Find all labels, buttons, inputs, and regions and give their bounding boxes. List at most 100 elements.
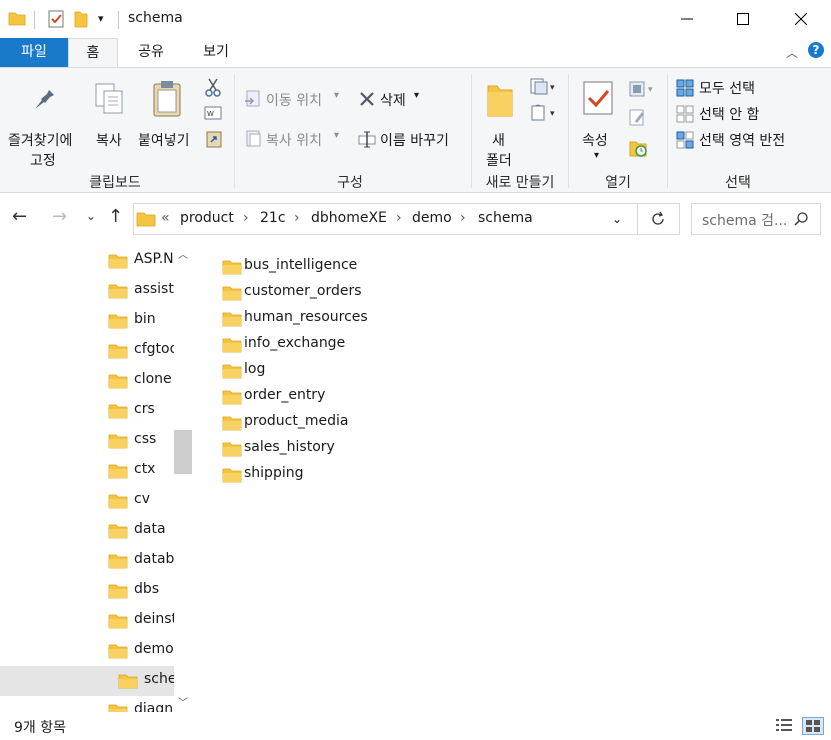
breadcrumb-chevron-icon[interactable]: ›	[243, 210, 249, 226]
new-folder-button[interactable]: 새 폴더	[478, 76, 522, 170]
details-view-icon[interactable]	[776, 718, 792, 736]
tab-home[interactable]: 홈	[68, 38, 118, 68]
open-icon[interactable]: ▾	[628, 80, 658, 102]
copy-button[interactable]: 복사	[90, 76, 132, 149]
address-bar[interactable]: « product › 21c › dbhomeXE › demo › sche…	[133, 203, 638, 235]
select-none-button[interactable]: 선택 안 함	[676, 104, 786, 126]
paste-button[interactable]: 붙여넣기	[136, 76, 200, 149]
back-arrow-icon[interactable]: ←	[12, 206, 27, 227]
properties-quick-icon[interactable]	[48, 10, 64, 32]
select-all-button[interactable]: 모두 선택	[676, 78, 786, 100]
delete-button[interactable]: 삭제 ▾	[356, 88, 428, 112]
breadcrumb-dbhomexe[interactable]: dbhomeXE	[311, 210, 387, 226]
invert-selection-button[interactable]: 선택 영역 반전	[676, 130, 816, 152]
folder-icon	[108, 494, 128, 513]
nav-tree-item[interactable]: demo	[0, 636, 175, 666]
nav-tree-label: assistants	[134, 281, 174, 297]
forward-arrow-icon[interactable]: →	[52, 206, 67, 227]
nav-scrollbar-thumb[interactable]	[174, 430, 192, 474]
nav-tree-item[interactable]: diagnostics	[0, 696, 175, 712]
nav-tree-item[interactable]: data	[0, 516, 175, 546]
copy-icon	[94, 82, 126, 120]
close-button[interactable]	[778, 0, 824, 38]
rename-icon	[358, 130, 376, 152]
cut-icon[interactable]	[204, 78, 222, 102]
scroll-up-icon[interactable]: ︿	[178, 246, 188, 261]
nav-tree-label: ASP.NET	[134, 251, 174, 267]
folder-icon	[222, 442, 242, 461]
svg-text:▾: ▾	[550, 83, 555, 93]
new-folder-quick-icon[interactable]	[74, 10, 88, 32]
copy-to-button[interactable]: 복사 위치 ▾	[242, 128, 346, 152]
file-list-item[interactable]: log	[222, 358, 442, 382]
pin-to-quick-access-button[interactable]: 즐겨찾기에 고정	[4, 76, 88, 169]
up-arrow-icon[interactable]: ↑	[108, 206, 123, 227]
address-dropdown-icon[interactable]: ⌄	[612, 212, 622, 226]
nav-tree-item[interactable]: dbs	[0, 576, 175, 606]
breadcrumb-21c[interactable]: 21c	[260, 210, 286, 226]
refresh-button[interactable]	[637, 203, 680, 235]
breadcrumb-overflow[interactable]: «	[161, 210, 170, 226]
nav-tree-item[interactable]: ASP.NET	[0, 246, 175, 276]
nav-tree-item[interactable]: schema	[0, 666, 175, 696]
nav-tree-item[interactable]: css	[0, 426, 175, 456]
file-list-item[interactable]: info_exchange	[222, 332, 442, 356]
folder-icon	[108, 584, 128, 603]
quick-access-dropdown-icon[interactable]: ▾	[98, 12, 104, 25]
easy-access-icon[interactable]: ▾	[530, 104, 558, 126]
properties-button[interactable]: 속성 ▾	[576, 76, 622, 166]
file-list-item[interactable]: shipping	[222, 462, 442, 486]
file-name: human_resources	[244, 309, 368, 325]
tab-share[interactable]: 공유	[122, 38, 180, 67]
scroll-down-icon[interactable]: ﹀	[178, 694, 188, 709]
folder-icon	[108, 374, 128, 393]
nav-tree-item[interactable]: database	[0, 546, 175, 576]
nav-scrollbar[interactable]: ︿ ﹀	[174, 244, 192, 712]
folder-icon	[108, 434, 128, 453]
new-folder-label-line2: 폴더	[486, 153, 512, 169]
nav-tree-item[interactable]: cv	[0, 486, 175, 516]
file-list-item[interactable]: product_media	[222, 410, 442, 434]
file-list-item[interactable]: bus_intelligence	[222, 254, 442, 278]
nav-tree-item[interactable]: bin	[0, 306, 175, 336]
collapse-ribbon-icon[interactable]: ︿	[786, 44, 798, 61]
new-item-icon[interactable]: ▾	[530, 78, 558, 100]
nav-tree-item[interactable]: clone	[0, 366, 175, 396]
breadcrumb-chevron-icon[interactable]: ›	[460, 210, 466, 226]
breadcrumb-chevron-icon[interactable]: ›	[396, 210, 402, 226]
nav-tree-item[interactable]: assistants	[0, 276, 175, 306]
group-label-select: 선택	[725, 175, 751, 191]
tab-view[interactable]: 보기	[185, 38, 247, 67]
rename-button[interactable]: 이름 바꾸기	[356, 128, 466, 152]
file-list-item[interactable]: order_entry	[222, 384, 442, 408]
nav-tree-item[interactable]: cfgtoollogs	[0, 336, 175, 366]
file-name: bus_intelligence	[244, 257, 358, 273]
file-list-item[interactable]: human_resources	[222, 306, 442, 330]
folder-icon	[222, 468, 242, 487]
breadcrumb-product[interactable]: product	[180, 210, 234, 226]
large-icons-view-icon[interactable]	[802, 717, 824, 735]
nav-tree-label: dbs	[134, 581, 160, 597]
breadcrumb-schema[interactable]: schema	[478, 210, 533, 226]
help-icon[interactable]: ?	[808, 42, 824, 58]
copy-path-icon[interactable]: W	[204, 106, 222, 124]
file-list-item[interactable]: customer_orders	[222, 280, 442, 304]
edit-icon[interactable]	[628, 108, 646, 130]
history-icon[interactable]	[628, 138, 648, 162]
search-placeholder: schema 검...	[702, 213, 788, 229]
maximize-button[interactable]	[720, 0, 766, 38]
file-list-item[interactable]: sales_history	[222, 436, 442, 460]
breadcrumb-chevron-icon[interactable]: ›	[294, 210, 300, 226]
move-to-button[interactable]: 이동 위치 ▾	[242, 88, 346, 112]
recent-locations-icon[interactable]: ⌄	[86, 209, 96, 223]
minimize-button[interactable]	[664, 0, 710, 38]
search-icon[interactable]	[794, 212, 808, 230]
nav-tree-item[interactable]: crs	[0, 396, 175, 426]
nav-tree-item[interactable]: deinstall	[0, 606, 175, 636]
search-input[interactable]: schema 검...	[691, 203, 821, 235]
invert-selection-label: 선택 영역 반전	[699, 133, 786, 149]
tab-file[interactable]: 파일	[0, 38, 68, 67]
breadcrumb-demo[interactable]: demo	[412, 210, 452, 226]
nav-tree-item[interactable]: ctx	[0, 456, 175, 486]
paste-shortcut-icon[interactable]	[206, 130, 222, 152]
